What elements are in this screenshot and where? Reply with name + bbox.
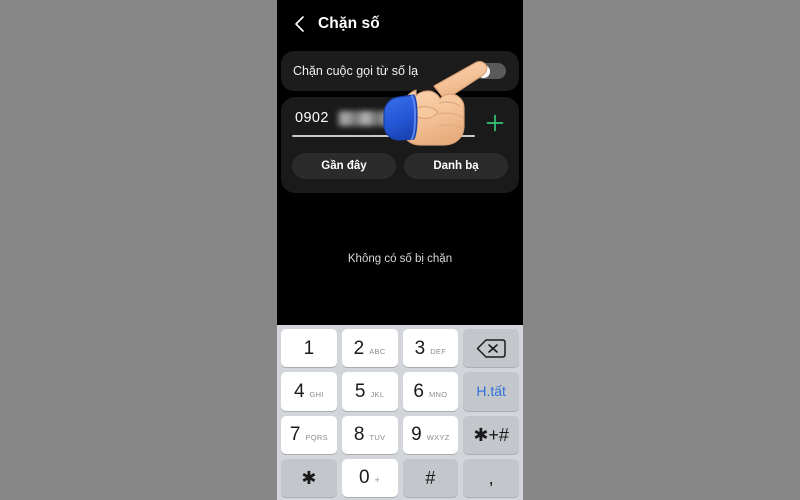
key-2-digit: 2 [353, 337, 365, 359]
contacts-button-label: Danh bạ [433, 160, 479, 172]
key-8-sublabel: TUV [369, 433, 386, 443]
key-8-digit: 8 [353, 424, 365, 446]
block-unknown-calls-toggle[interactable] [475, 63, 506, 79]
key-4-sublabel: GHI [309, 389, 324, 399]
key-3-digit: 3 [414, 337, 426, 359]
key-0-content: 0 + [359, 468, 380, 487]
keypad-row: 7 PQRS 8 TUV 9 WXYZ ✱+# [281, 415, 519, 454]
key-done-label: H.tất [476, 383, 506, 400]
recent-button[interactable]: Gần đây [292, 153, 396, 179]
key-comma-label: , [488, 467, 494, 488]
dialpad-keyboard: 1 2 ABC 3 DEF 4 GHI 5 JKL 6 MNO H.tất 7 PQRS 8 TUV 9 WXYZ… [277, 325, 523, 500]
number-redaction-blur [338, 111, 396, 126]
number-input-underline [292, 135, 475, 137]
key-3[interactable]: 3 DEF [402, 329, 459, 368]
key-4-digit: 4 [293, 380, 305, 402]
keypad-row: 4 GHI 5 JKL 6 MNO H.tất [281, 372, 519, 411]
chevron-left-icon [295, 16, 304, 32]
number-input-row: 0902 [292, 110, 508, 141]
block-unknown-calls-row[interactable]: Chặn cuộc gọi từ số lạ [281, 51, 519, 91]
key-9-sublabel: WXYZ [426, 433, 450, 443]
key-9[interactable]: 9 WXYZ [402, 415, 459, 454]
key-2[interactable]: 2 ABC [341, 329, 398, 368]
key-hash[interactable]: # [402, 458, 459, 497]
key-7-content: 7 PQRS [290, 425, 328, 444]
key-6-content: 6 MNO [413, 382, 447, 401]
app-header: Chặn số [277, 0, 523, 48]
key-6[interactable]: 6 MNO [402, 372, 459, 411]
key-0-sublabel: + [374, 475, 381, 486]
key-5-content: 5 JKL [355, 382, 384, 401]
key-1[interactable]: 1 [281, 329, 337, 368]
key-0[interactable]: 0 + [341, 458, 398, 497]
key-6-digit: 6 [413, 380, 424, 402]
plus-icon [486, 114, 504, 132]
key-backspace[interactable] [463, 329, 519, 368]
key-4-content: 4 GHI [294, 382, 324, 401]
recent-button-label: Gần đây [321, 160, 367, 172]
key-2-content: 2 ABC [354, 339, 386, 358]
key-5-sublabel: JKL [370, 389, 385, 399]
key-5[interactable]: 5 JKL [341, 372, 398, 411]
back-button[interactable] [289, 13, 311, 35]
contacts-button[interactable]: Danh bạ [404, 153, 508, 179]
key-5-digit: 5 [354, 380, 366, 402]
block-unknown-calls-label: Chặn cuộc gọi từ số lạ [293, 64, 419, 78]
key-8[interactable]: 8 TUV [341, 415, 398, 454]
number-input[interactable]: 0902 [292, 110, 475, 141]
backspace-icon [476, 338, 506, 358]
key-8-content: 8 TUV [354, 425, 385, 444]
number-input-value: 0902 [295, 110, 329, 126]
key-star[interactable]: ✱ [281, 458, 337, 497]
page-title: Chặn số [318, 15, 380, 32]
key-star-plus-hash-label: ✱+# [473, 424, 509, 445]
quick-buttons: Gần đây Danh bạ [292, 153, 508, 179]
keypad-row: ✱ 0 + #, [281, 458, 519, 497]
key-hash-label: # [425, 467, 436, 488]
key-comma[interactable]: , [463, 458, 519, 497]
number-entry-card: 0902 Gần đây Danh bạ [281, 97, 519, 193]
key-1-digit: 1 [303, 337, 315, 359]
key-3-content: 3 DEF [415, 339, 446, 358]
empty-state-message: Không có số bị chặn [347, 253, 453, 265]
toggle-knob [476, 64, 490, 78]
key-9-content: 9 WXYZ [411, 425, 449, 444]
key-7-sublabel: PQRS [305, 433, 328, 443]
key-9-digit: 9 [411, 424, 422, 446]
keypad-row: 1 2 ABC 3 DEF [281, 329, 519, 368]
key-1-content: 1 [304, 339, 315, 358]
key-7[interactable]: 7 PQRS [281, 415, 337, 454]
add-number-button[interactable] [482, 110, 508, 136]
key-7-digit: 7 [289, 424, 301, 446]
key-done[interactable]: H.tất [463, 372, 519, 411]
key-0-digit: 0 [359, 467, 370, 489]
key-star-plus-hash[interactable]: ✱+# [463, 415, 519, 454]
key-2-sublabel: ABC [369, 346, 386, 356]
key-3-sublabel: DEF [430, 346, 447, 356]
key-star-label: ✱ [301, 467, 317, 488]
key-4[interactable]: 4 GHI [281, 372, 337, 411]
key-6-sublabel: MNO [428, 389, 448, 399]
